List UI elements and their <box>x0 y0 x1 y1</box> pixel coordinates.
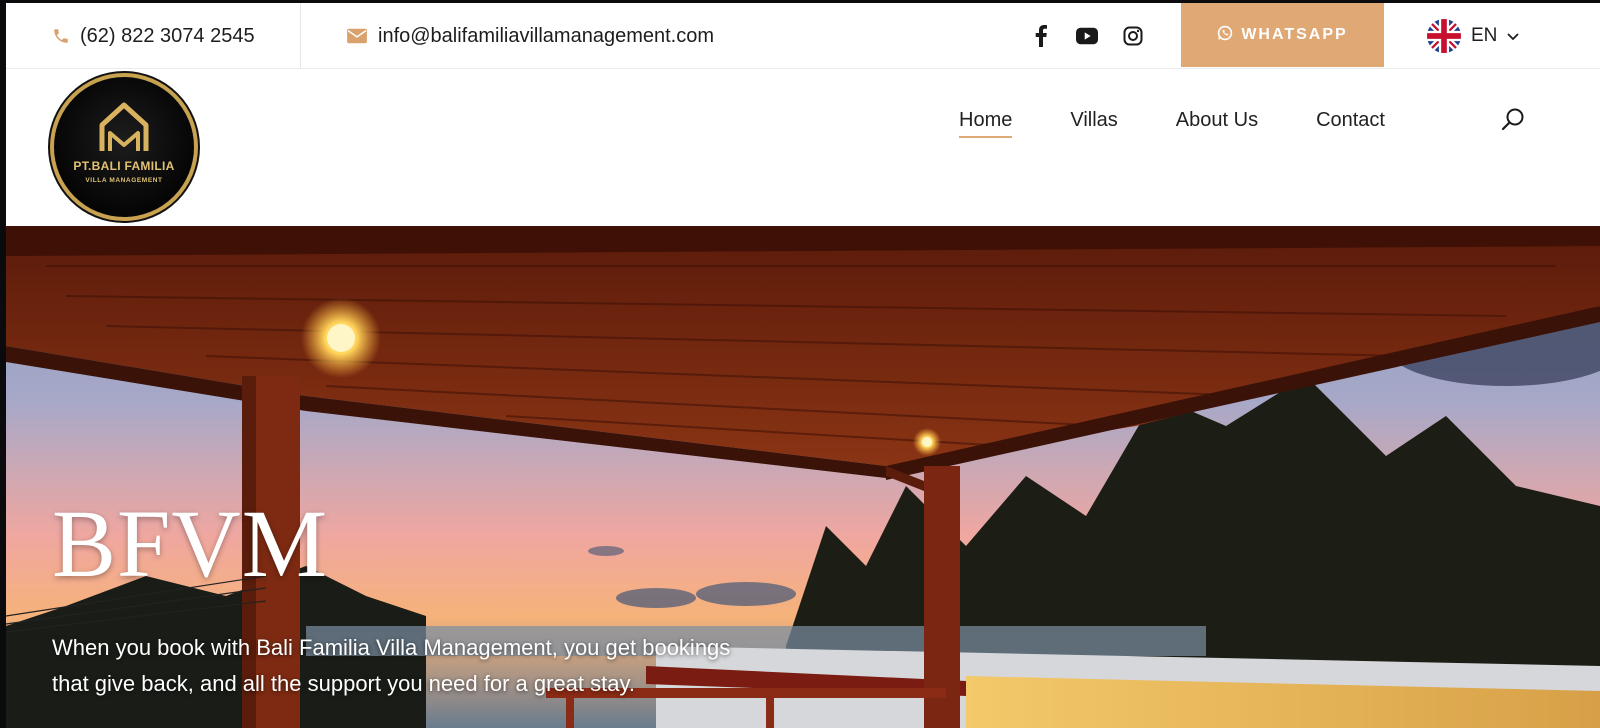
nav-item-villas[interactable]: Villas <box>1070 109 1117 138</box>
nav-item-about-us[interactable]: About Us <box>1176 109 1258 138</box>
envelope-icon <box>346 27 368 45</box>
facebook-icon[interactable] <box>1030 25 1052 47</box>
phone-link[interactable]: (62) 822 3074 2545 <box>52 3 255 69</box>
language-code: EN <box>1471 25 1498 46</box>
main-nav: Home Villas About Us Contact <box>959 109 1443 138</box>
uk-flag-icon <box>1427 19 1461 53</box>
language-switcher[interactable]: EN <box>1427 3 1520 69</box>
email-link[interactable]: info@balifamiliavillamanagement.com <box>346 3 714 69</box>
youtube-icon[interactable] <box>1076 25 1098 47</box>
site-header: PT.BALI FAMILIA VILLA MANAGEMENT Home Vi… <box>6 69 1600 226</box>
phone-number: (62) 822 3074 2545 <box>80 24 255 47</box>
nav-item-contact[interactable]: Contact <box>1316 109 1385 138</box>
phone-icon <box>52 27 70 45</box>
search-icon[interactable] <box>1500 107 1526 133</box>
hero-subtitle: When you book with Bali Familia Villa Ma… <box>52 630 772 702</box>
divider <box>300 3 301 69</box>
whatsapp-label: WHATSAPP <box>1241 26 1348 43</box>
site-logo[interactable]: PT.BALI FAMILIA VILLA MANAGEMENT <box>54 77 194 217</box>
house-icon <box>99 102 149 151</box>
email-address: info@balifamiliavillamanagement.com <box>378 24 715 47</box>
whatsapp-icon <box>1217 25 1233 46</box>
logo-line1: PT.BALI FAMILIA <box>73 159 175 173</box>
whatsapp-button[interactable]: WHATSAPP <box>1181 3 1384 67</box>
hero-subtitle-line1: When you book with Bali Familia Villa Ma… <box>52 635 731 660</box>
hero-subtitle-line2: that give back, and all the support you … <box>52 671 635 696</box>
nav-item-home[interactable]: Home <box>959 109 1013 138</box>
hero-banner: BFVM When you book with Bali Familia Vil… <box>6 226 1600 728</box>
hero-title: BFVM <box>52 490 329 597</box>
chevron-down-icon <box>1507 25 1520 47</box>
browser-viewport: (62) 822 3074 2545 info@balifamiliavilla… <box>6 3 1600 728</box>
social-links <box>1030 3 1144 69</box>
instagram-icon[interactable] <box>1122 25 1144 47</box>
logo-line2: VILLA MANAGEMENT <box>85 177 163 184</box>
top-contact-bar: (62) 822 3074 2545 info@balifamiliavilla… <box>6 3 1600 69</box>
